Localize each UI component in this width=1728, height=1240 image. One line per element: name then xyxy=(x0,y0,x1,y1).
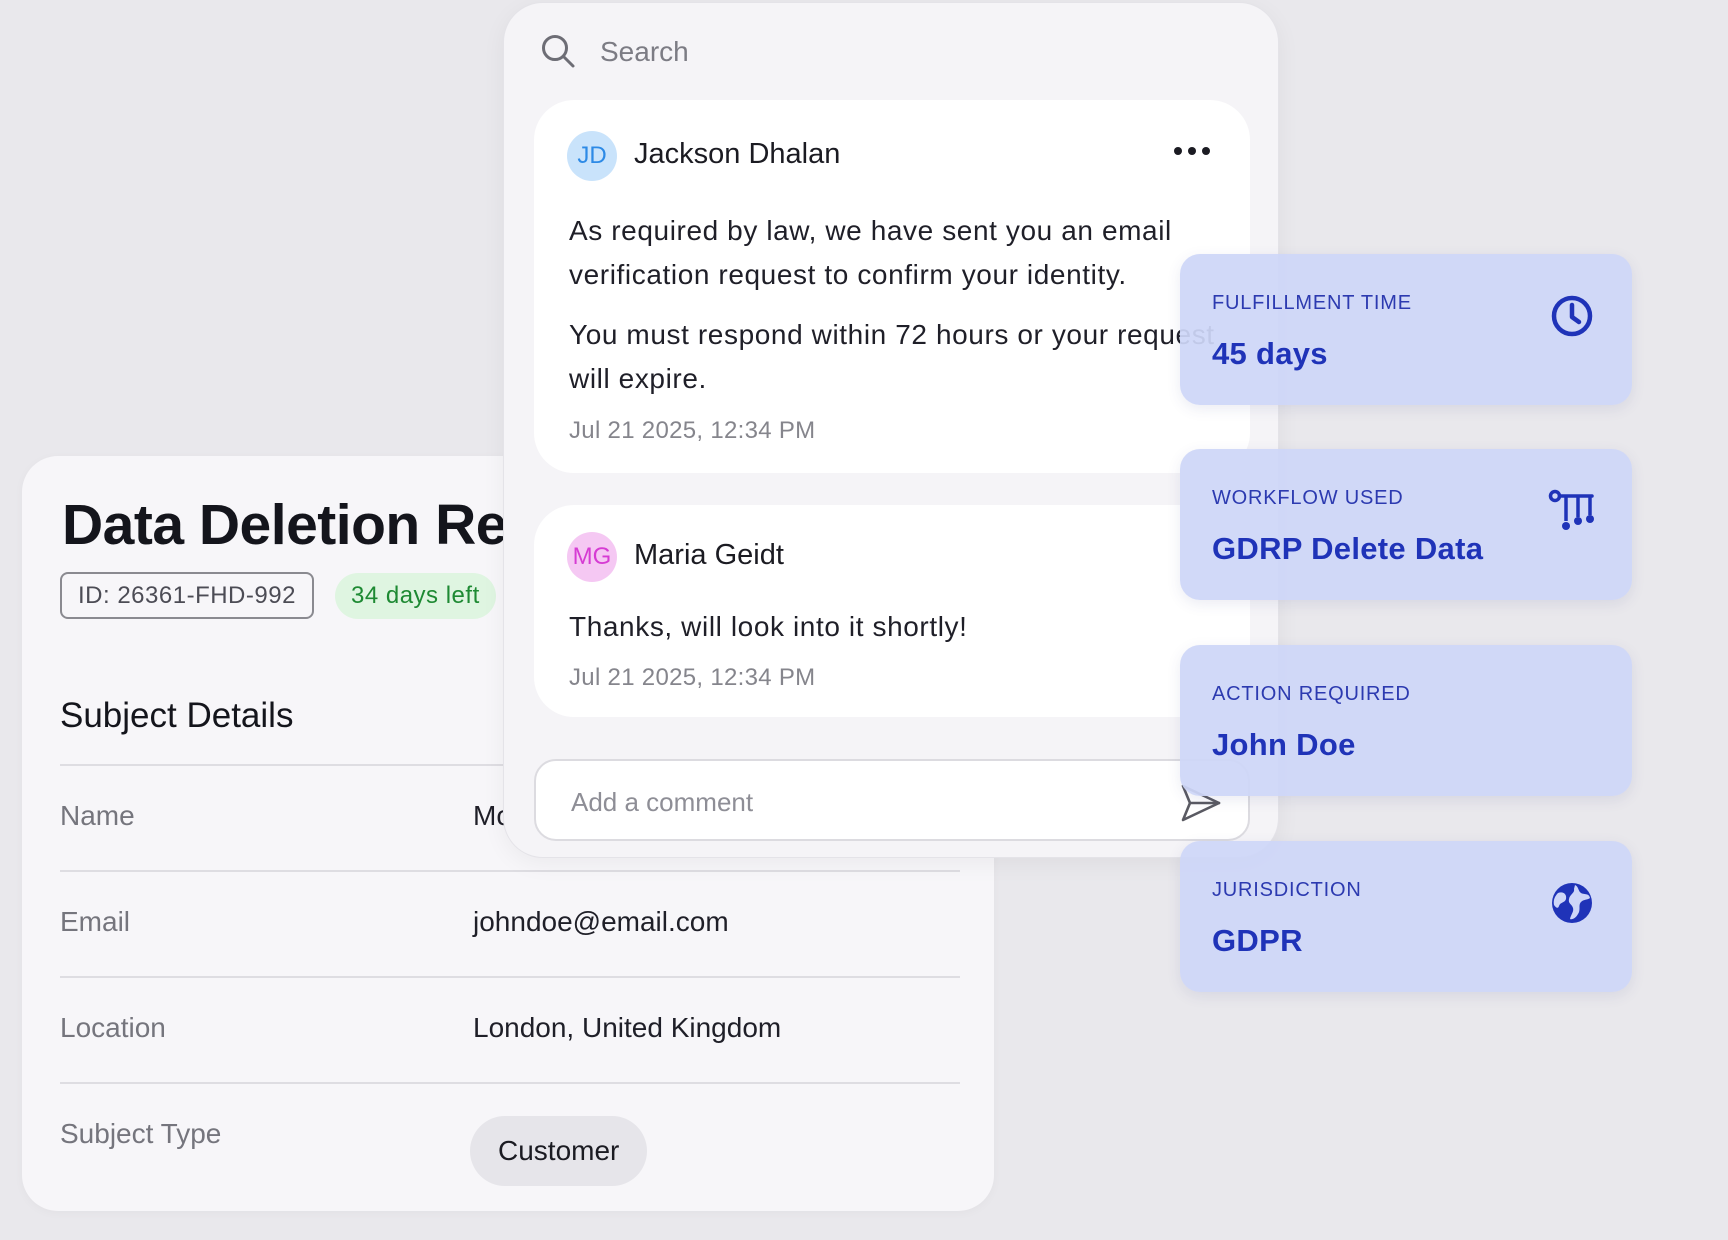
detail-value: London, United Kingdom xyxy=(473,1012,782,1043)
comment-text: You must respond within 72 hours or your… xyxy=(569,319,1215,394)
comment-text: Thanks, will look into it shortly! xyxy=(569,611,968,642)
comments-panel: Search JD Jackson Dhalan As required by … xyxy=(503,2,1279,858)
avatar: JD xyxy=(567,131,617,181)
days-left-badge: 34 days left xyxy=(335,573,496,619)
comment-timestamp: Jul 21 2025, 12:34 PM xyxy=(569,417,816,444)
detail-label: Name xyxy=(60,800,135,831)
detail-row-location: Location London, United Kingdom xyxy=(60,976,960,1082)
info-card-label: FULFILLMENT TIME xyxy=(1212,292,1412,314)
info-card-value: 45 days xyxy=(1212,336,1328,371)
detail-value: johndoe@email.com xyxy=(473,906,729,937)
info-card-label: WORKFLOW USED xyxy=(1212,487,1404,509)
detail-row-subject-type: Subject Type Customer xyxy=(60,1082,960,1188)
info-card-action-required: ACTION REQUIRED John Doe xyxy=(1180,645,1632,796)
search-input[interactable]: Search xyxy=(600,36,689,68)
comment-timestamp: Jul 21 2025, 12:34 PM xyxy=(569,664,816,691)
info-card-label: ACTION REQUIRED xyxy=(1212,683,1411,705)
request-id-badge: ID: 26361-FHD-992 xyxy=(60,572,314,619)
comment-input-placeholder: Add a comment xyxy=(571,787,754,817)
info-card-value: John Doe xyxy=(1212,727,1356,762)
subject-type-pill[interactable]: Customer xyxy=(470,1116,648,1186)
page-title: Data Deletion Re xyxy=(62,493,507,557)
info-card-value: GDPR xyxy=(1212,923,1303,958)
clock-icon xyxy=(1551,295,1593,337)
info-card-jurisdiction: JURISDICTION GDPR xyxy=(1180,841,1632,992)
detail-row-email: Email johndoe@email.com xyxy=(60,870,960,976)
comment-author: Maria Geidt xyxy=(634,539,784,571)
info-card-fulfillment-time: FULFILLMENT TIME 45 days xyxy=(1180,254,1632,405)
globe-icon xyxy=(1552,883,1592,923)
section-title: Subject Details xyxy=(60,696,294,735)
workflow-icon xyxy=(1548,489,1594,530)
comment-author: Jackson Dhalan xyxy=(634,138,841,170)
info-card-value: GDRP Delete Data xyxy=(1212,531,1484,566)
avatar: MG xyxy=(567,532,617,582)
comment-input[interactable]: Add a comment xyxy=(534,759,1250,841)
more-options-icon[interactable] xyxy=(1172,144,1212,158)
search-icon[interactable] xyxy=(540,33,576,69)
comment-card: MG Maria Geidt Thanks, will look into it… xyxy=(534,505,1250,717)
comment-text: As required by law, we have sent you an … xyxy=(569,215,1172,290)
comment-card: JD Jackson Dhalan As required by law, we… xyxy=(534,100,1250,473)
info-card-label: JURISDICTION xyxy=(1212,879,1362,901)
detail-label: Subject Type xyxy=(60,1118,222,1149)
info-card-workflow-used: WORKFLOW USED GDRP Delete Data xyxy=(1180,449,1632,600)
detail-label: Email xyxy=(60,906,131,937)
detail-label: Location xyxy=(60,1012,166,1043)
